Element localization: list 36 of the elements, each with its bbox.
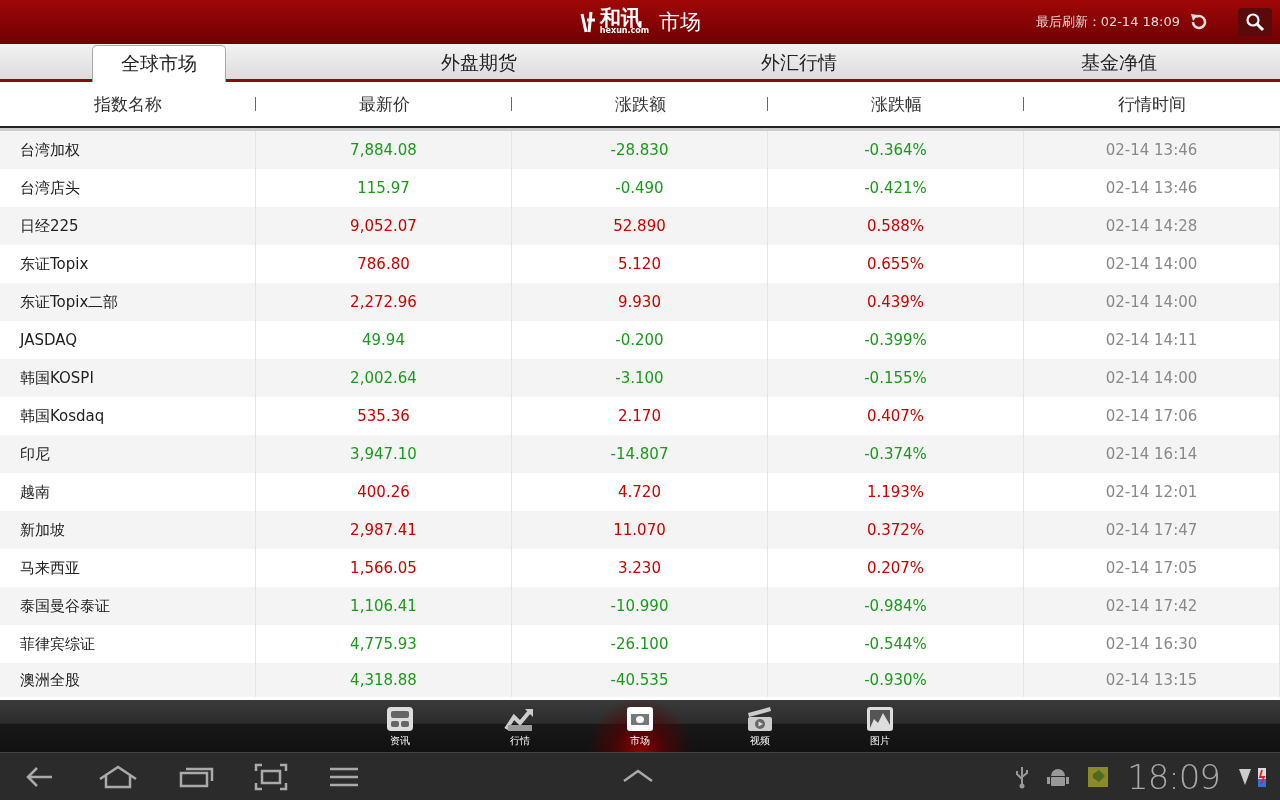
- nav-tab[interactable]: 资讯: [372, 700, 428, 752]
- search-button[interactable]: [1238, 8, 1272, 36]
- expand-button[interactable]: [622, 767, 654, 783]
- nav-tab[interactable]: 图片: [852, 700, 908, 752]
- system-clock: 18:09: [1127, 756, 1220, 797]
- price-cell: 4,318.88: [256, 663, 512, 697]
- market-tab[interactable]: 全球市场: [92, 45, 226, 82]
- column-header[interactable]: 涨跌幅: [870, 92, 922, 116]
- logo-text: 和讯: [599, 9, 642, 27]
- news-icon: [384, 704, 416, 733]
- landscape-picture-icon: [864, 704, 896, 733]
- market-tab[interactable]: 外汇行情: [732, 47, 866, 79]
- page-title: 市场: [659, 9, 702, 36]
- nav-tab[interactable]: 行情: [492, 700, 548, 752]
- market-tab[interactable]: 基金净值: [1052, 47, 1186, 79]
- column-header[interactable]: 行情时间: [1118, 92, 1186, 116]
- nav-tab[interactable]: 视频: [732, 700, 788, 752]
- market-icon: [624, 704, 656, 733]
- index-name-cell: 澳洲全股: [0, 663, 256, 697]
- nav-tab[interactable]: 市场: [590, 700, 690, 752]
- last-refresh-text: 最后刷新：02-14 18:09: [1035, 13, 1180, 31]
- chevron-up-icon: [622, 767, 654, 783]
- logo-subtext: hexun.com: [599, 27, 650, 35]
- screenshot-frame-icon: [254, 762, 288, 791]
- column-header[interactable]: 最新价: [358, 92, 410, 116]
- column-header[interactable]: 指数名称: [94, 92, 162, 116]
- market-tab[interactable]: 外盘期货: [412, 47, 546, 79]
- column-header[interactable]: 涨跌额: [614, 92, 666, 116]
- usb-icon: [1015, 764, 1029, 789]
- percent-cell: -0.930%: [768, 663, 1024, 697]
- search-icon: [1245, 12, 1265, 32]
- notification-app-icon: [1087, 765, 1109, 788]
- time-cell: 02-14 13:15: [1024, 663, 1280, 697]
- change-cell: -40.535: [512, 663, 768, 697]
- logo-mark-icon: [578, 10, 597, 34]
- screenshot-button[interactable]: [254, 762, 288, 791]
